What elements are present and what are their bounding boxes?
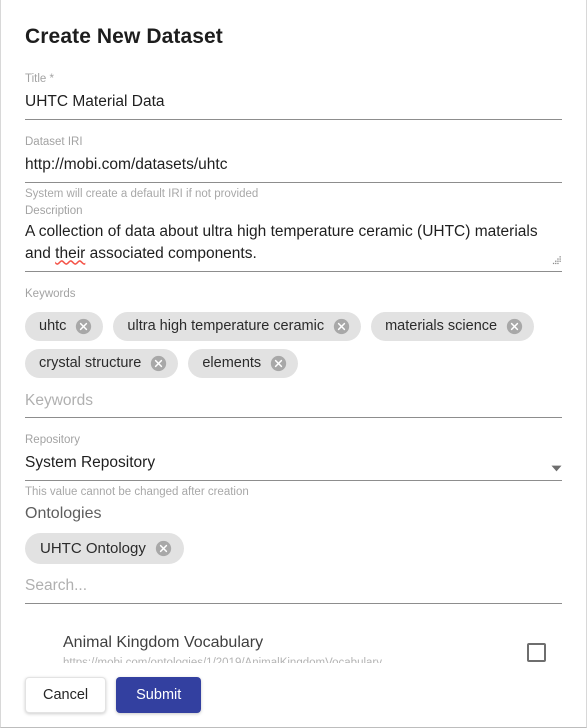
remove-circle-icon[interactable]	[155, 540, 172, 557]
ontology-chip-label: UHTC Ontology	[40, 540, 146, 558]
repository-hint: This value cannot be changed after creat…	[25, 486, 249, 499]
ontology-result-text: Animal Kingdom Vocabulary https://mobi.c…	[63, 632, 382, 663]
ontology-search-input[interactable]: Search...	[25, 564, 562, 602]
description-label: Description	[25, 204, 83, 217]
keyword-chip-label: uhtc	[39, 318, 67, 335]
dialog-footer: Cancel Submit	[1, 663, 586, 727]
list-item[interactable]: Animal Kingdom Vocabulary https://mobi.c…	[25, 626, 562, 663]
ontology-search-underline	[25, 602, 562, 604]
description-textarea[interactable]: A collection of data about ultra high te…	[25, 221, 562, 271]
dialog-body: Create New Dataset Title * UHTC Material…	[1, 0, 586, 663]
keyword-chip-list: uhtc ultra high temperature ceramic mate…	[25, 305, 562, 379]
keyword-chip[interactable]: ultra high temperature ceramic	[113, 312, 362, 342]
keywords-label: Keywords	[25, 288, 76, 301]
remove-circle-icon[interactable]	[506, 318, 523, 335]
cancel-button[interactable]: Cancel	[25, 677, 107, 713]
keywords-input[interactable]: Keywords	[25, 378, 562, 417]
repository-selected-value: System Repository	[25, 454, 156, 472]
repository-label: Repository	[25, 434, 80, 447]
keyword-chip[interactable]: elements	[188, 349, 299, 379]
remove-circle-icon[interactable]	[150, 355, 167, 372]
keyword-chip-label: ultra high temperature ceramic	[127, 318, 325, 335]
keyword-chip[interactable]: uhtc	[25, 312, 104, 342]
ontology-result-iri: https://mobi.com/ontologies/1/2019/Anima…	[63, 656, 382, 663]
keywords-underline	[25, 417, 562, 419]
submit-button[interactable]: Submit	[116, 677, 202, 713]
remove-circle-icon[interactable]	[270, 355, 287, 372]
description-underline	[25, 271, 562, 273]
ontology-chip-list: UHTC Ontology	[25, 526, 562, 565]
ontology-result-list: Animal Kingdom Vocabulary https://mobi.c…	[25, 604, 562, 663]
dataset-iri-input[interactable]: http://mobi.com/datasets/uhtc	[25, 153, 562, 182]
keyword-chip[interactable]: materials science	[371, 312, 535, 342]
keywords-field-group: Keywords uhtc ultra high temperature cer…	[25, 286, 562, 419]
keyword-chip-label: materials science	[385, 318, 498, 335]
dataset-iri-label: Dataset IRI	[25, 135, 83, 148]
remove-circle-icon[interactable]	[75, 318, 92, 335]
chevron-down-icon	[551, 465, 562, 472]
keyword-chip[interactable]: crystal structure	[25, 349, 179, 379]
title-field-group: Title * UHTC Material Data	[25, 71, 562, 120]
page-title: Create New Dataset	[25, 25, 223, 48]
keyword-chip-label: elements	[202, 355, 262, 372]
ontology-result-checkbox[interactable]	[527, 643, 546, 663]
title-label: Title *	[25, 73, 54, 86]
remove-circle-icon[interactable]	[333, 318, 350, 335]
keyword-chip-label: crystal structure	[39, 355, 142, 372]
description-misspelled-word: their	[55, 245, 86, 263]
create-dataset-dialog: Create New Dataset Title * UHTC Material…	[0, 0, 587, 728]
ontology-result-title: Animal Kingdom Vocabulary	[63, 633, 264, 651]
title-input[interactable]: UHTC Material Data	[25, 90, 562, 119]
repository-select[interactable]: System Repository	[25, 451, 562, 480]
ontologies-field-group: Ontologies UHTC Ontology Search...	[25, 501, 562, 604]
description-field-group: Description A collection of data about u…	[25, 203, 562, 273]
repository-field-group: Repository System Repository This value …	[25, 432, 562, 501]
ontology-chip[interactable]: UHTC Ontology	[25, 533, 184, 565]
resize-grip-icon[interactable]	[551, 255, 562, 266]
dataset-iri-hint: System will create a default IRI if not …	[25, 187, 259, 200]
description-text-after: associated components.	[85, 245, 257, 263]
dataset-iri-field-group: Dataset IRI http://mobi.com/datasets/uht…	[25, 134, 562, 203]
ontologies-heading: Ontologies	[25, 505, 102, 523]
title-underline	[25, 118, 562, 120]
